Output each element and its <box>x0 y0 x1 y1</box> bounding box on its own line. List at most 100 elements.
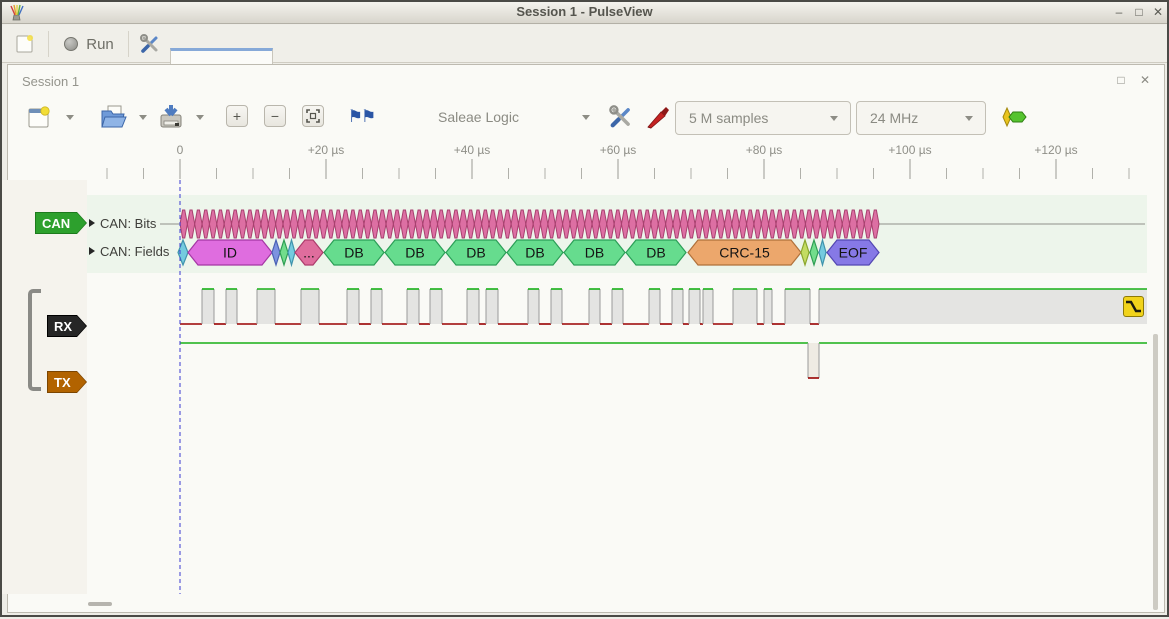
can-bit-annotation[interactable] <box>688 210 695 238</box>
can-bit-annotation[interactable] <box>747 210 754 238</box>
can-bit-annotation[interactable] <box>217 210 224 238</box>
can-bit-annotation[interactable] <box>533 210 540 238</box>
can-bit-annotation[interactable] <box>658 210 665 238</box>
can-bit-annotation[interactable] <box>872 210 879 238</box>
can-field-annotation[interactable] <box>280 240 288 265</box>
can-bit-annotation[interactable] <box>423 210 430 238</box>
can-bit-annotation[interactable] <box>526 210 533 238</box>
can-bit-annotation[interactable] <box>386 210 393 238</box>
can-bit-annotation[interactable] <box>209 210 216 238</box>
can-bit-annotation[interactable] <box>298 210 305 238</box>
can-bit-annotation[interactable] <box>415 210 422 238</box>
can-bit-annotation[interactable] <box>393 210 400 238</box>
can-bit-annotation[interactable] <box>644 210 651 238</box>
can-bit-annotation[interactable] <box>563 210 570 238</box>
can-bit-annotation[interactable] <box>511 210 518 238</box>
trigger-falling-edge-icon[interactable] <box>1123 296 1144 317</box>
can-bit-annotation[interactable] <box>621 210 628 238</box>
can-field-annotation[interactable] <box>272 240 280 265</box>
can-bit-annotation[interactable] <box>717 210 724 238</box>
can-bit-annotation[interactable] <box>555 210 562 238</box>
can-bit-annotation[interactable] <box>776 210 783 238</box>
can-bit-annotation[interactable] <box>592 210 599 238</box>
can-bit-annotation[interactable] <box>335 210 342 238</box>
can-bit-annotation[interactable] <box>798 210 805 238</box>
can-bit-annotation[interactable] <box>290 210 297 238</box>
can-bit-annotation[interactable] <box>187 210 194 238</box>
can-bit-annotation[interactable] <box>312 210 319 238</box>
can-field-annotation[interactable] <box>288 240 295 265</box>
can-bit-annotation[interactable] <box>496 210 503 238</box>
can-field-annotation[interactable] <box>819 240 826 265</box>
can-bit-annotation[interactable] <box>673 210 680 238</box>
can-bit-annotation[interactable] <box>224 210 231 238</box>
can-bit-annotation[interactable] <box>783 210 790 238</box>
can-bit-annotation[interactable] <box>820 210 827 238</box>
can-bit-annotation[interactable] <box>607 210 614 238</box>
can-bit-annotation[interactable] <box>548 210 555 238</box>
can-bit-annotation[interactable] <box>857 210 864 238</box>
can-bit-annotation[interactable] <box>864 210 871 238</box>
can-bit-annotation[interactable] <box>518 210 525 238</box>
can-bit-annotation[interactable] <box>379 210 386 238</box>
can-bit-annotation[interactable] <box>305 210 312 238</box>
can-bit-annotation[interactable] <box>276 210 283 238</box>
can-field-annotation[interactable] <box>810 240 818 265</box>
can-bit-annotation[interactable] <box>180 210 187 238</box>
can-bit-annotation[interactable] <box>850 210 857 238</box>
can-field-annotation[interactable] <box>801 240 809 265</box>
can-bit-annotation[interactable] <box>805 210 812 238</box>
expand-arrow-bits[interactable] <box>89 219 95 227</box>
can-bit-annotation[interactable] <box>195 210 202 238</box>
can-bit-annotation[interactable] <box>651 210 658 238</box>
channel-tag-tx[interactable]: TX <box>47 371 87 393</box>
can-bit-annotation[interactable] <box>364 210 371 238</box>
can-bit-annotation[interactable] <box>349 210 356 238</box>
can-bit-annotation[interactable] <box>835 210 842 238</box>
can-bit-annotation[interactable] <box>320 210 327 238</box>
channel-group-bracket[interactable] <box>28 289 41 391</box>
horizontal-scrollbar-handle[interactable] <box>88 602 112 606</box>
can-bit-annotation[interactable] <box>761 210 768 238</box>
channel-tag-rx[interactable]: RX <box>47 315 87 337</box>
can-bit-annotation[interactable] <box>445 210 452 238</box>
trace-canvas[interactable]: ID...DBDBDBDBDBDBCRC-15EOF <box>2 2 1169 619</box>
can-bit-annotation[interactable] <box>695 210 702 238</box>
can-bit-annotation[interactable] <box>489 210 496 238</box>
can-bit-annotation[interactable] <box>327 210 334 238</box>
can-bit-annotation[interactable] <box>474 210 481 238</box>
can-bit-annotation[interactable] <box>636 210 643 238</box>
can-bit-annotation[interactable] <box>452 210 459 238</box>
can-bit-annotation[interactable] <box>246 210 253 238</box>
can-bit-annotation[interactable] <box>438 210 445 238</box>
can-bit-annotation[interactable] <box>357 210 364 238</box>
can-bit-annotation[interactable] <box>239 210 246 238</box>
can-bit-annotation[interactable] <box>769 210 776 238</box>
can-bit-annotation[interactable] <box>732 210 739 238</box>
can-bit-annotation[interactable] <box>702 210 709 238</box>
decoder-row-fields-label[interactable]: CAN: Fields <box>100 244 169 259</box>
can-bit-annotation[interactable] <box>401 210 408 238</box>
can-bit-annotation[interactable] <box>754 210 761 238</box>
can-bit-annotation[interactable] <box>791 210 798 238</box>
decoder-tag-can[interactable]: CAN <box>35 212 87 234</box>
can-bit-annotation[interactable] <box>268 210 275 238</box>
can-bit-annotation[interactable] <box>342 210 349 238</box>
decoder-row-bits-label[interactable]: CAN: Bits <box>100 216 156 231</box>
can-bit-annotation[interactable] <box>680 210 687 238</box>
can-bit-annotation[interactable] <box>842 210 849 238</box>
expand-arrow-fields[interactable] <box>89 247 95 255</box>
can-bit-annotation[interactable] <box>585 210 592 238</box>
can-bit-annotation[interactable] <box>599 210 606 238</box>
vertical-scrollbar-handle[interactable] <box>1153 334 1158 610</box>
can-bit-annotation[interactable] <box>666 210 673 238</box>
can-bit-annotation[interactable] <box>261 210 268 238</box>
can-bit-annotation[interactable] <box>232 210 239 238</box>
can-bit-annotation[interactable] <box>813 210 820 238</box>
can-bit-annotation[interactable] <box>467 210 474 238</box>
can-bit-annotation[interactable] <box>710 210 717 238</box>
can-bit-annotation[interactable] <box>629 210 636 238</box>
can-bit-annotation[interactable] <box>430 210 437 238</box>
can-bit-annotation[interactable] <box>827 210 834 238</box>
can-bit-annotation[interactable] <box>202 210 209 238</box>
